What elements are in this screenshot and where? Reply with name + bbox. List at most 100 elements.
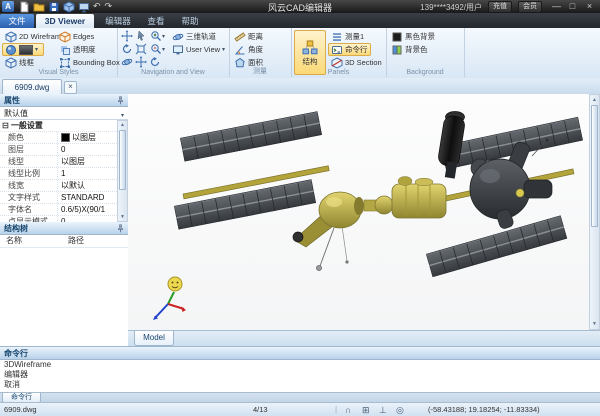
tab-file[interactable]: 文件 bbox=[0, 14, 34, 28]
black-background-icon bbox=[391, 31, 403, 43]
pan-button[interactable] bbox=[120, 30, 133, 42]
bounding-box-button[interactable]: Bounding Box bbox=[56, 56, 123, 69]
scroll-up-icon[interactable]: ▲ bbox=[590, 97, 599, 103]
document-tab-bar: 6909.dwg × bbox=[0, 78, 600, 95]
close-button[interactable]: × bbox=[582, 0, 597, 12]
layout-tab-bar: Model bbox=[128, 330, 600, 347]
status-bar: 6909.dwg 4/13 | ∩ ⊞ ⊥ ◎ (-58.43188; 19.1… bbox=[0, 402, 600, 416]
free-orbit-button[interactable] bbox=[120, 56, 133, 68]
visual-style-selector[interactable]: ▾ bbox=[2, 43, 44, 56]
property-grid: ⊟ 一般设置 颜色 以图层 图层 0 线型 以图层 线型比例 1 线宽 以默认 bbox=[0, 120, 117, 222]
model-tab[interactable]: Model bbox=[134, 331, 174, 346]
user-view-button[interactable]: User View ▾ bbox=[169, 43, 228, 56]
property-row-lineweight: 线宽 以默认 bbox=[0, 180, 117, 192]
column-path[interactable]: 路径 bbox=[68, 235, 84, 247]
select-button[interactable] bbox=[134, 30, 147, 42]
tab-help[interactable]: 帮助 bbox=[176, 14, 204, 28]
viewport-vertical-scrollbar[interactable]: ▲ ▼ bbox=[589, 94, 600, 330]
osnap-icon[interactable]: ◎ bbox=[396, 404, 404, 416]
ribbon: 2D Wireframe ▾ 线框 Edges 透明度 Bounding bbox=[0, 28, 600, 79]
scrollbar-thumb[interactable] bbox=[591, 105, 598, 227]
refresh-icon bbox=[149, 56, 161, 68]
group-label-navigation: Navigation and View bbox=[117, 69, 229, 76]
scroll-up-icon[interactable]: ▲ bbox=[118, 122, 127, 128]
measure-angle-button[interactable]: 角度 bbox=[231, 43, 266, 56]
background-color-button[interactable]: 背景色 bbox=[388, 43, 431, 56]
shaded-sphere-icon bbox=[5, 44, 17, 56]
tab-3d-viewer[interactable]: 3D Viewer bbox=[36, 14, 94, 28]
property-row-linetype-scale: 线型比例 1 bbox=[0, 168, 117, 180]
command-history-line: 3DWireframe bbox=[0, 360, 600, 370]
transparency-button[interactable]: 透明度 bbox=[56, 43, 99, 56]
tab-view[interactable]: 查看 bbox=[142, 14, 170, 28]
maximize-button[interactable]: □ bbox=[565, 0, 580, 12]
property-grid-scrollbar[interactable]: ▲ ▼ bbox=[117, 120, 128, 222]
viewport-canvas[interactable] bbox=[128, 94, 589, 330]
scroll-down-icon[interactable]: ▼ bbox=[590, 321, 599, 327]
zoom-in-button[interactable]: ▾ bbox=[148, 30, 167, 42]
zoom-extents-button[interactable] bbox=[134, 43, 147, 55]
title-bar: A ↶ ↷ 风云CAD编辑器 139****3492/用户 充值 会员 — □ … bbox=[0, 0, 600, 13]
preset-dropdown[interactable]: 默认值 ▾ bbox=[0, 107, 128, 120]
edges-button[interactable]: Edges bbox=[56, 30, 97, 43]
command-line-panel-button[interactable]: 命令行 bbox=[328, 43, 371, 56]
minimize-button[interactable]: — bbox=[549, 0, 564, 12]
property-group-header[interactable]: ⊟ 一般设置 bbox=[0, 120, 117, 132]
wireframe-cube-icon bbox=[5, 31, 17, 43]
collapse-icon[interactable]: ⊟ bbox=[2, 121, 9, 130]
status-counter: 4/13 bbox=[253, 405, 268, 415]
group-background: 黑色背景 背景色 Background bbox=[386, 28, 465, 77]
property-row-font: 字体名 0.6/5)X(90/1 bbox=[0, 204, 117, 216]
orbit-icon bbox=[172, 31, 184, 43]
structure-panel-header: 结构树 bbox=[0, 222, 128, 235]
black-background-button[interactable]: 黑色背景 bbox=[388, 30, 438, 43]
angle-icon bbox=[234, 44, 246, 56]
scroll-down-icon[interactable]: ▼ bbox=[118, 214, 127, 220]
transparency-icon bbox=[59, 44, 71, 56]
refresh-view-button[interactable] bbox=[148, 56, 161, 68]
color-swatch bbox=[61, 133, 70, 142]
move-icon bbox=[121, 30, 133, 42]
grid-icon[interactable]: ⊞ bbox=[362, 404, 370, 416]
measure-distance-button[interactable]: 距离 bbox=[231, 30, 266, 43]
property-row-layer: 图层 0 bbox=[0, 144, 117, 156]
cursor-icon bbox=[135, 30, 147, 42]
command-history-line: 取消 bbox=[0, 380, 600, 390]
member-button[interactable]: 会员 bbox=[518, 1, 542, 13]
ortho-icon[interactable]: ⊥ bbox=[379, 404, 387, 416]
pan-view-button[interactable] bbox=[134, 56, 147, 68]
zoom-out-button[interactable]: ▾ bbox=[148, 43, 167, 55]
measure1-panel-button[interactable]: 测量1 bbox=[328, 30, 367, 43]
group-visual-styles: 2D Wireframe ▾ 线框 Edges 透明度 Bounding bbox=[0, 28, 118, 77]
column-name[interactable]: 名称 bbox=[6, 235, 22, 247]
rotate-view-button[interactable] bbox=[120, 43, 133, 55]
document-tab[interactable]: 6909.dwg bbox=[2, 79, 62, 95]
structure-icon bbox=[302, 39, 318, 55]
properties-panel-header: 属性 bbox=[0, 94, 128, 107]
3d-section-button[interactable]: 3D Section bbox=[328, 56, 385, 69]
document-close-icon[interactable]: × bbox=[64, 81, 77, 94]
command-history[interactable]: 3DWireframe 编辑器 取消 bbox=[0, 360, 600, 390]
property-row-color: 颜色 以图层 bbox=[0, 132, 117, 144]
tab-editor[interactable]: 编辑器 bbox=[100, 14, 136, 28]
chevron-down-icon: ▾ bbox=[222, 46, 225, 53]
snap-icon[interactable]: ∩ bbox=[345, 404, 351, 416]
axis-gizmo bbox=[148, 272, 194, 326]
zoom-in-icon bbox=[150, 30, 162, 42]
group-label-visual-styles: Visual Styles bbox=[0, 69, 117, 76]
command-history-line: 编辑器 bbox=[0, 370, 600, 380]
wireframe-button[interactable]: 线框 bbox=[2, 56, 37, 69]
status-coordinates: (-58.43188; 19.18254; -11.83334) bbox=[428, 405, 540, 415]
ruler-icon bbox=[234, 31, 246, 43]
pin-icon[interactable] bbox=[116, 96, 125, 105]
free-orbit-icon bbox=[121, 56, 133, 68]
rotate-icon bbox=[121, 43, 133, 55]
style-preview-swatch bbox=[19, 45, 33, 55]
orbit-3d-button[interactable]: 三维轨道 bbox=[169, 30, 219, 43]
section-icon bbox=[331, 57, 343, 69]
extents-icon bbox=[135, 43, 147, 55]
status-filename: 6909.dwg bbox=[4, 405, 37, 415]
scrollbar-thumb[interactable] bbox=[119, 130, 126, 190]
topup-button[interactable]: 充值 bbox=[488, 1, 512, 13]
pin-icon[interactable] bbox=[116, 224, 125, 233]
